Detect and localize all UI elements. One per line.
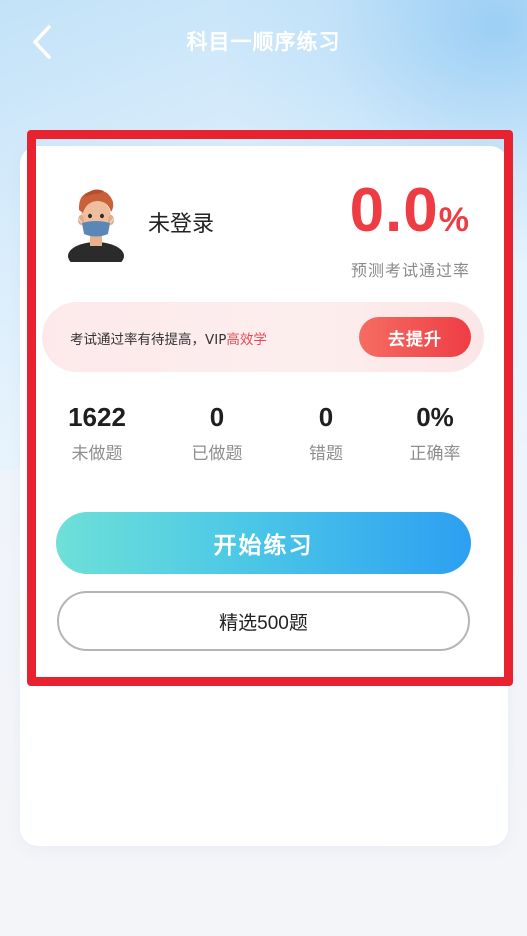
page-title: 科目一顺序练习 bbox=[186, 30, 341, 54]
chevron-left-icon bbox=[33, 25, 51, 59]
nav-bar: 科目一顺序练习 bbox=[0, 0, 527, 82]
back-button[interactable] bbox=[22, 22, 62, 62]
highlight-frame bbox=[27, 130, 513, 686]
